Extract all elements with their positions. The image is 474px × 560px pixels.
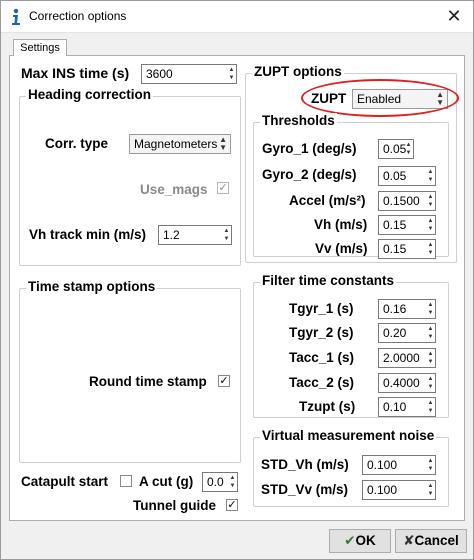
title-bar: Correction options ✕ [1, 1, 473, 33]
close-icon[interactable]: ✕ [443, 5, 465, 27]
spinner-arrows-icon[interactable]: ▲ ▼ [427, 193, 434, 209]
correction-options-window: Correction options ✕ Settings Max INS ti… [0, 0, 474, 560]
spinner-arrows-icon[interactable]: ▲ ▼ [427, 217, 434, 233]
accel-label: Accel (m/s²) [289, 193, 366, 208]
tacc1-label: Tacc_1 (s) [289, 350, 355, 365]
spinner-arrows-icon[interactable]: ▲ ▼ [427, 241, 434, 257]
check-icon: ✔ [344, 533, 356, 548]
checkmark-icon: ✓ [219, 375, 229, 387]
tunnel-guide-checkbox[interactable]: ✓ [226, 499, 238, 511]
tacc1-input[interactable]: 2.0000 ▲ ▼ [378, 348, 436, 368]
catapult-start-checkbox[interactable] [120, 475, 132, 487]
spinner-arrows-icon[interactable]: ▲ ▼ [427, 301, 434, 317]
std-vv-label: STD_Vv (m/s) [261, 482, 349, 497]
spinner-arrows-icon[interactable]: ▲ ▼ [229, 474, 236, 490]
spinner-arrows-icon[interactable]: ▲ ▼ [427, 168, 434, 184]
spinner-arrows-icon[interactable]: ▲ ▼ [427, 457, 434, 473]
tacc2-label: Tacc_2 (s) [289, 375, 355, 390]
a-cut-input[interactable]: 0.0 ▲ ▼ [202, 472, 238, 492]
vh-track-min-label: Vh track min (m/s) [29, 227, 147, 242]
spinner-arrows-icon[interactable]: ▲ ▼ [228, 66, 235, 82]
gyro1-label: Gyro_1 (deg/s) [262, 141, 357, 156]
gyro2-label: Gyro_2 (deg/s) [262, 167, 357, 182]
max-ins-time-label: Max INS time (s) [21, 65, 130, 81]
cancel-button-label: Cancel [414, 533, 459, 548]
use-mags-label: Use_mags [140, 182, 208, 197]
spinner-arrows-icon[interactable]: ▲ ▼ [427, 375, 434, 391]
spinner-arrows-icon[interactable]: ▲ ▼ [223, 227, 230, 243]
checkmark-icon: ✓ [218, 182, 228, 194]
virtual-measurement-noise-title: Virtual measurement noise [260, 428, 437, 443]
tacc2-input[interactable]: 0.4000 ▲ ▼ [378, 373, 436, 393]
spinner-arrows-icon[interactable]: ▲ ▼ [427, 325, 434, 341]
spinner-arrows-icon: ▲ ▼ [436, 90, 444, 107]
window-title: Correction options [29, 9, 127, 23]
tzupt-label: Tzupt (s) [299, 399, 356, 414]
tgyr2-input[interactable]: 0.20 ▲ ▼ [378, 323, 436, 343]
accel-input[interactable]: 0.1500 ▲ ▼ [378, 191, 436, 211]
tgyr2-label: Tgyr_2 (s) [289, 325, 354, 340]
std-vh-input[interactable]: 0.100 ▲ ▼ [362, 455, 436, 475]
cancel-button[interactable]: ✘Cancel [395, 529, 467, 553]
std-vh-label: STD_Vh (m/s) [261, 457, 349, 472]
a-cut-label: A cut (g) [139, 474, 194, 489]
zupt-select[interactable]: Enabled ▲ ▼ [352, 89, 448, 109]
spinner-arrows-icon: ▲ ▼ [219, 135, 227, 152]
vh-track-min-input[interactable]: 1.2 ▲ ▼ [158, 225, 232, 245]
tzupt-input[interactable]: 0.10 ▲ ▼ [378, 397, 436, 417]
checkmark-icon: ✓ [227, 499, 237, 511]
round-time-stamp-checkbox[interactable]: ✓ [218, 375, 230, 387]
thresholds-title: Thresholds [260, 113, 337, 128]
ok-button[interactable]: ✔OK [329, 529, 391, 553]
vh-label: Vh (m/s) [314, 217, 368, 232]
std-vv-input[interactable]: 0.100 ▲ ▼ [362, 480, 436, 500]
use-mags-checkbox[interactable]: ✓ [217, 182, 229, 194]
round-time-stamp-label: Round time stamp [89, 374, 207, 389]
spinner-arrows-icon[interactable]: ▲ ▼ [427, 350, 434, 366]
tgyr1-label: Tgyr_1 (s) [289, 301, 354, 316]
cross-icon: ✘ [403, 533, 415, 548]
heading-correction-title: Heading correction [26, 87, 154, 102]
corr-type-label: Corr. type [45, 136, 109, 151]
tab-settings[interactable]: Settings [13, 39, 67, 56]
time-stamp-options-title: Time stamp options [26, 279, 158, 294]
spinner-arrows-icon[interactable]: ▲ ▼ [427, 482, 434, 498]
catapult-start-label: Catapult start [21, 474, 109, 489]
corr-type-select[interactable]: Magnetometers ▲ ▼ [129, 134, 231, 154]
max-ins-time-input[interactable]: 3600 ▲ ▼ [141, 64, 237, 84]
gyro2-input[interactable]: 0.05 ▲ ▼ [378, 166, 436, 186]
vv-input[interactable]: 0.15 ▲ ▼ [378, 239, 436, 259]
spinner-arrows-icon[interactable]: ▲ ▼ [427, 399, 434, 415]
zupt-label: ZUPT [311, 91, 347, 106]
tunnel-guide-label: Tunnel guide [133, 498, 216, 513]
vh-input[interactable]: 0.15 ▲ ▼ [378, 215, 436, 235]
ok-button-label: OK [355, 533, 376, 548]
tgyr1-input[interactable]: 0.16 ▲ ▼ [378, 299, 436, 319]
gyro1-input[interactable]: 0.05 ▲ ▼ [378, 139, 414, 159]
zupt-options-title: ZUPT options [252, 64, 344, 79]
vv-label: Vv (m/s) [315, 241, 368, 256]
app-info-icon [12, 8, 20, 25]
spinner-arrows-icon[interactable]: ▲ ▼ [405, 141, 412, 157]
filter-time-constants-title: Filter time constants [260, 273, 397, 288]
